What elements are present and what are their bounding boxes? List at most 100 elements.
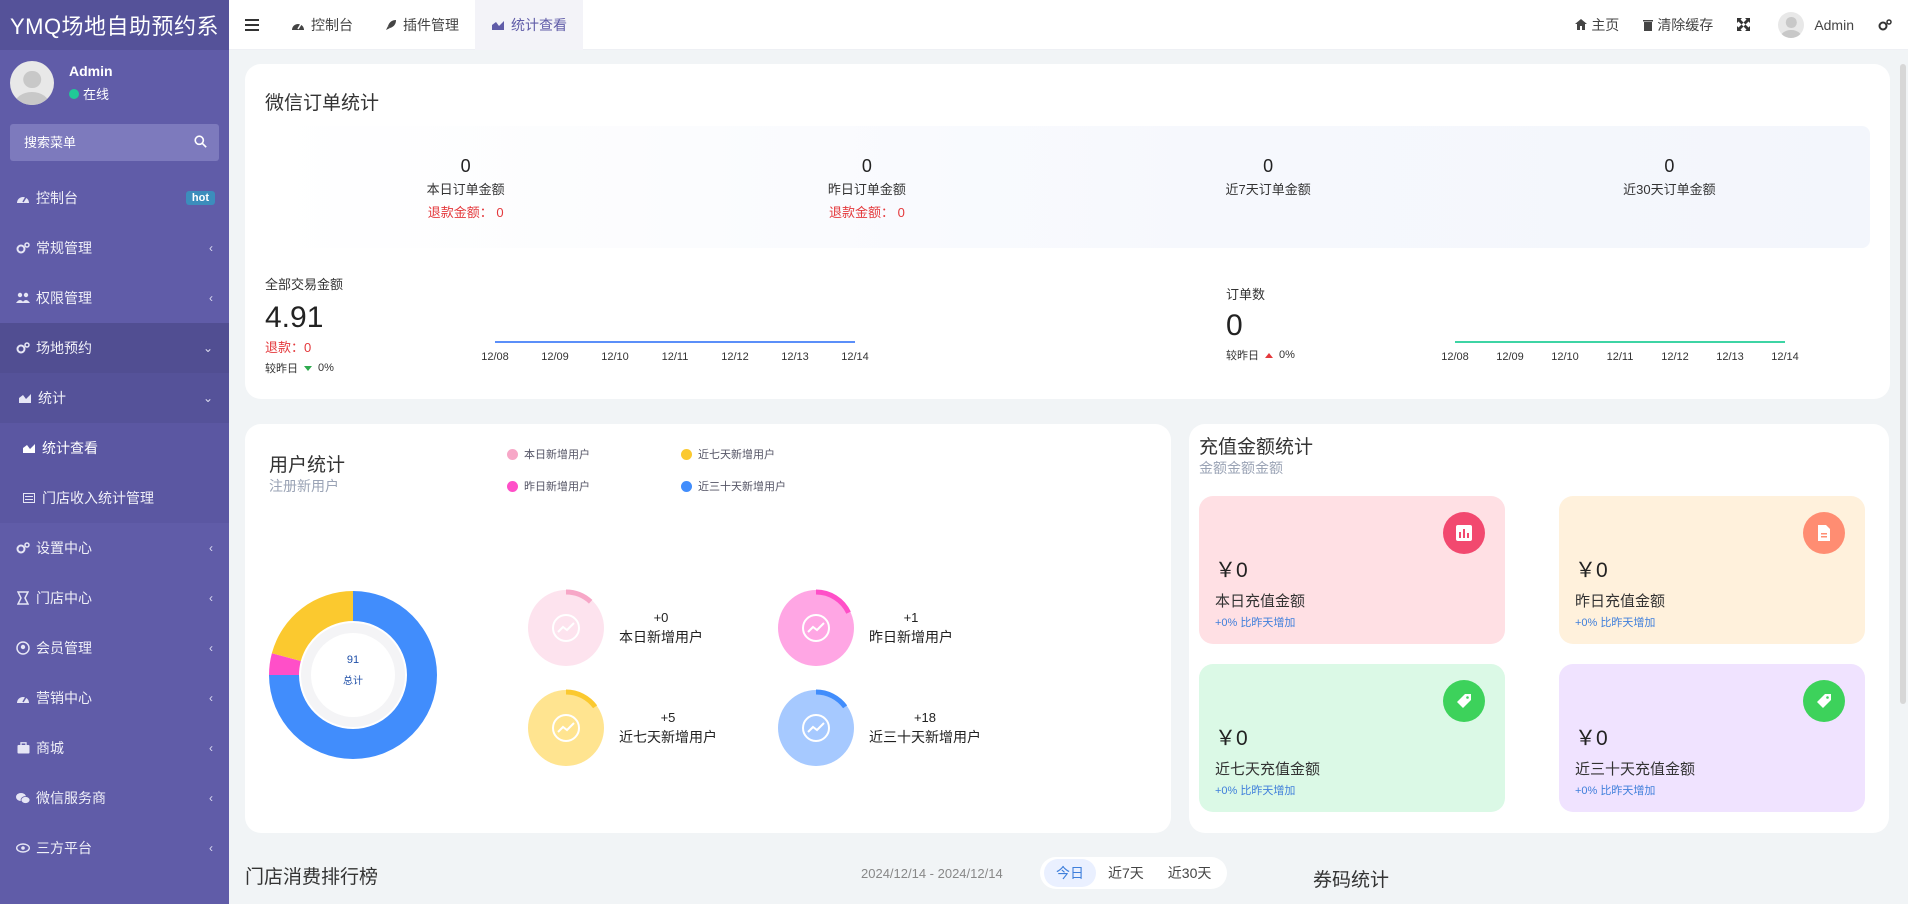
x-tick-label: 12/10 bbox=[601, 351, 629, 363]
user-status: 在线 bbox=[69, 84, 113, 103]
period-30days-button[interactable]: 近30天 bbox=[1156, 859, 1224, 887]
menu-toggle-icon[interactable] bbox=[229, 0, 275, 50]
total-refund: 退款：0 bbox=[265, 340, 312, 355]
down-arrow-icon bbox=[304, 365, 312, 371]
trend-icon bbox=[528, 589, 604, 666]
cogs-icon bbox=[16, 241, 30, 255]
cogs-icon bbox=[16, 541, 30, 555]
sidebar-item-statistics[interactable]: 统计 ⌄ bbox=[0, 373, 229, 423]
total-transaction-block: 全部交易金额 4.91 退款：0 较昨日 0% bbox=[265, 274, 343, 376]
sidebar-item-third-party[interactable]: 三方平台 ‹ bbox=[0, 823, 229, 873]
page-scrollbar[interactable] bbox=[1900, 64, 1906, 704]
user-menu[interactable]: Admin bbox=[1766, 11, 1866, 38]
bar-chart-icon bbox=[1443, 512, 1485, 554]
ring-yesterday-users: +1 昨日新增用户 bbox=[775, 587, 953, 669]
recharge-stats-card: 充值金额统计 金额金额金额 ￥0 本日充值金额 +0% 比昨天增加 ￥0 昨日充… bbox=[1189, 424, 1889, 833]
period-switch: 今日 近7天 近30天 bbox=[1040, 857, 1228, 889]
period-7days-button[interactable]: 近7天 bbox=[1096, 859, 1156, 887]
date-range-picker[interactable]: 2024/12/14 - 2024/12/14 bbox=[861, 866, 1003, 881]
sidebar-item-wechat-provider[interactable]: 微信服务商 ‹ bbox=[0, 773, 229, 823]
up-arrow-icon bbox=[1265, 352, 1273, 358]
user-name: Admin bbox=[69, 63, 113, 79]
trend-icon bbox=[778, 589, 854, 666]
wechat-order-stats-card: 微信订单统计 0 本日订单金额 退款金额： 0 0 昨日订单金额 退款金额： 0… bbox=[245, 64, 1890, 399]
store-icon bbox=[16, 591, 30, 605]
sidebar-item-mall[interactable]: 商城 ‹ bbox=[0, 723, 229, 773]
chevron-left-icon: ‹ bbox=[209, 841, 213, 855]
chevron-left-icon: ‹ bbox=[209, 541, 213, 555]
sidebar-item-dashboard[interactable]: 控制台 hot bbox=[0, 173, 229, 223]
tag-icon bbox=[1803, 680, 1845, 722]
x-tick-label: 12/11 bbox=[662, 351, 689, 363]
recharge-subtitle: 金额金额金额 bbox=[1199, 460, 1283, 476]
search-icon[interactable] bbox=[194, 134, 207, 151]
x-tick-label: 12/12 bbox=[1661, 351, 1689, 363]
order-compare: 较昨日 0% bbox=[1226, 349, 1295, 362]
wechat-order-title: 微信订单统计 bbox=[265, 93, 380, 114]
sidebar-item-stores[interactable]: 门店中心 ‹ bbox=[0, 573, 229, 623]
chevron-down-icon: ⌄ bbox=[202, 391, 213, 405]
recharge-title: 充值金额统计 bbox=[1199, 437, 1314, 458]
rocket-icon bbox=[386, 19, 396, 30]
home-link[interactable]: 主页 bbox=[1563, 15, 1631, 35]
user-stats-title: 用户统计 bbox=[269, 455, 346, 476]
period-today-button[interactable]: 今日 bbox=[1044, 859, 1096, 887]
total-transaction-label: 全部交易金额 bbox=[265, 277, 344, 292]
x-tick-label: 12/09 bbox=[1496, 351, 1524, 363]
store-ranking-title: 门店消费排行榜 bbox=[245, 867, 379, 888]
eye-icon bbox=[16, 841, 30, 855]
x-tick-label: 12/08 bbox=[481, 351, 509, 363]
legend-week: 近七天新增用户 bbox=[681, 446, 775, 462]
x-tick-label: 12/13 bbox=[781, 351, 809, 363]
top-navbar: 控制台 插件管理 统计查看 主页 清除缓存 Admin bbox=[229, 0, 1908, 50]
app-title: YMQ场地自助预约系 bbox=[0, 0, 229, 50]
user-panel: Admin 在线 bbox=[0, 50, 229, 116]
area-chart-icon bbox=[22, 441, 36, 455]
chevron-left-icon: ‹ bbox=[209, 291, 213, 305]
dashboard-icon bbox=[292, 23, 304, 30]
week-order-stat: 0 近7天订单金额 bbox=[1225, 156, 1311, 197]
users-icon bbox=[16, 291, 30, 305]
sidebar-item-marketing[interactable]: 营销中心 ‹ bbox=[0, 673, 229, 723]
legend-month: 近三十天新增用户 bbox=[681, 478, 786, 494]
order-count-trend-chart: 12/08 12/09 12/10 12/11 12/12 12/13 12/14 bbox=[1441, 341, 1799, 363]
trash-icon bbox=[1643, 19, 1654, 31]
menu-search-input[interactable] bbox=[24, 135, 184, 150]
x-tick-label: 12/11 bbox=[1607, 351, 1634, 363]
tab-statistics[interactable]: 统计查看 bbox=[475, 0, 583, 50]
ring-background bbox=[528, 590, 604, 666]
chevron-left-icon: ‹ bbox=[209, 691, 213, 705]
chevron-left-icon: ‹ bbox=[209, 741, 213, 755]
legend-yesterday: 昨日新增用户 bbox=[507, 478, 590, 494]
user-circle-icon bbox=[16, 641, 30, 655]
month-order-stat: 0 近30天订单金额 bbox=[1623, 156, 1716, 197]
sidebar-item-permissions[interactable]: 权限管理 ‹ bbox=[0, 273, 229, 323]
chevron-left-icon: ‹ bbox=[209, 591, 213, 605]
sidebar-item-general[interactable]: 常规管理 ‹ bbox=[0, 223, 229, 273]
settings-gear-icon[interactable] bbox=[1866, 18, 1908, 32]
order-amount-summary: 0 本日订单金额 退款金额： 0 0 昨日订单金额 退款金额： 0 0 近7天订… bbox=[265, 126, 1870, 248]
hot-badge: hot bbox=[185, 191, 215, 205]
sidebar-item-venue-booking[interactable]: 场地预约 ⌄ bbox=[0, 323, 229, 373]
sidebar-item-settings[interactable]: 设置中心 ‹ bbox=[0, 523, 229, 573]
cogs-icon bbox=[16, 341, 30, 355]
tab-dashboard[interactable]: 控制台 bbox=[275, 0, 369, 50]
donut-total: 91 总计 bbox=[343, 654, 363, 687]
fullscreen-icon[interactable] bbox=[1725, 18, 1766, 31]
sidebar-item-statistics-view[interactable]: 统计查看 bbox=[0, 423, 229, 473]
online-dot-icon bbox=[69, 88, 79, 99]
order-count-label: 订单数 bbox=[1226, 287, 1266, 302]
clear-cache-button[interactable]: 清除缓存 bbox=[1631, 15, 1725, 35]
trend-icon bbox=[778, 689, 854, 766]
x-tick-label: 12/08 bbox=[1441, 351, 1469, 363]
area-chart-icon bbox=[18, 391, 32, 405]
dashboard-icon bbox=[16, 691, 30, 705]
tag-icon bbox=[1443, 680, 1485, 722]
chevron-left-icon: ‹ bbox=[209, 241, 213, 255]
sidebar-item-members[interactable]: 会员管理 ‹ bbox=[0, 623, 229, 673]
today-order-stat: 0 本日订单金额 退款金额： 0 bbox=[426, 156, 505, 220]
wechat-icon bbox=[16, 791, 30, 805]
sidebar-item-store-income[interactable]: 门店收入统计管理 bbox=[0, 473, 229, 523]
x-tick-label: 12/10 bbox=[1551, 351, 1579, 363]
tab-plugins[interactable]: 插件管理 bbox=[369, 0, 475, 50]
